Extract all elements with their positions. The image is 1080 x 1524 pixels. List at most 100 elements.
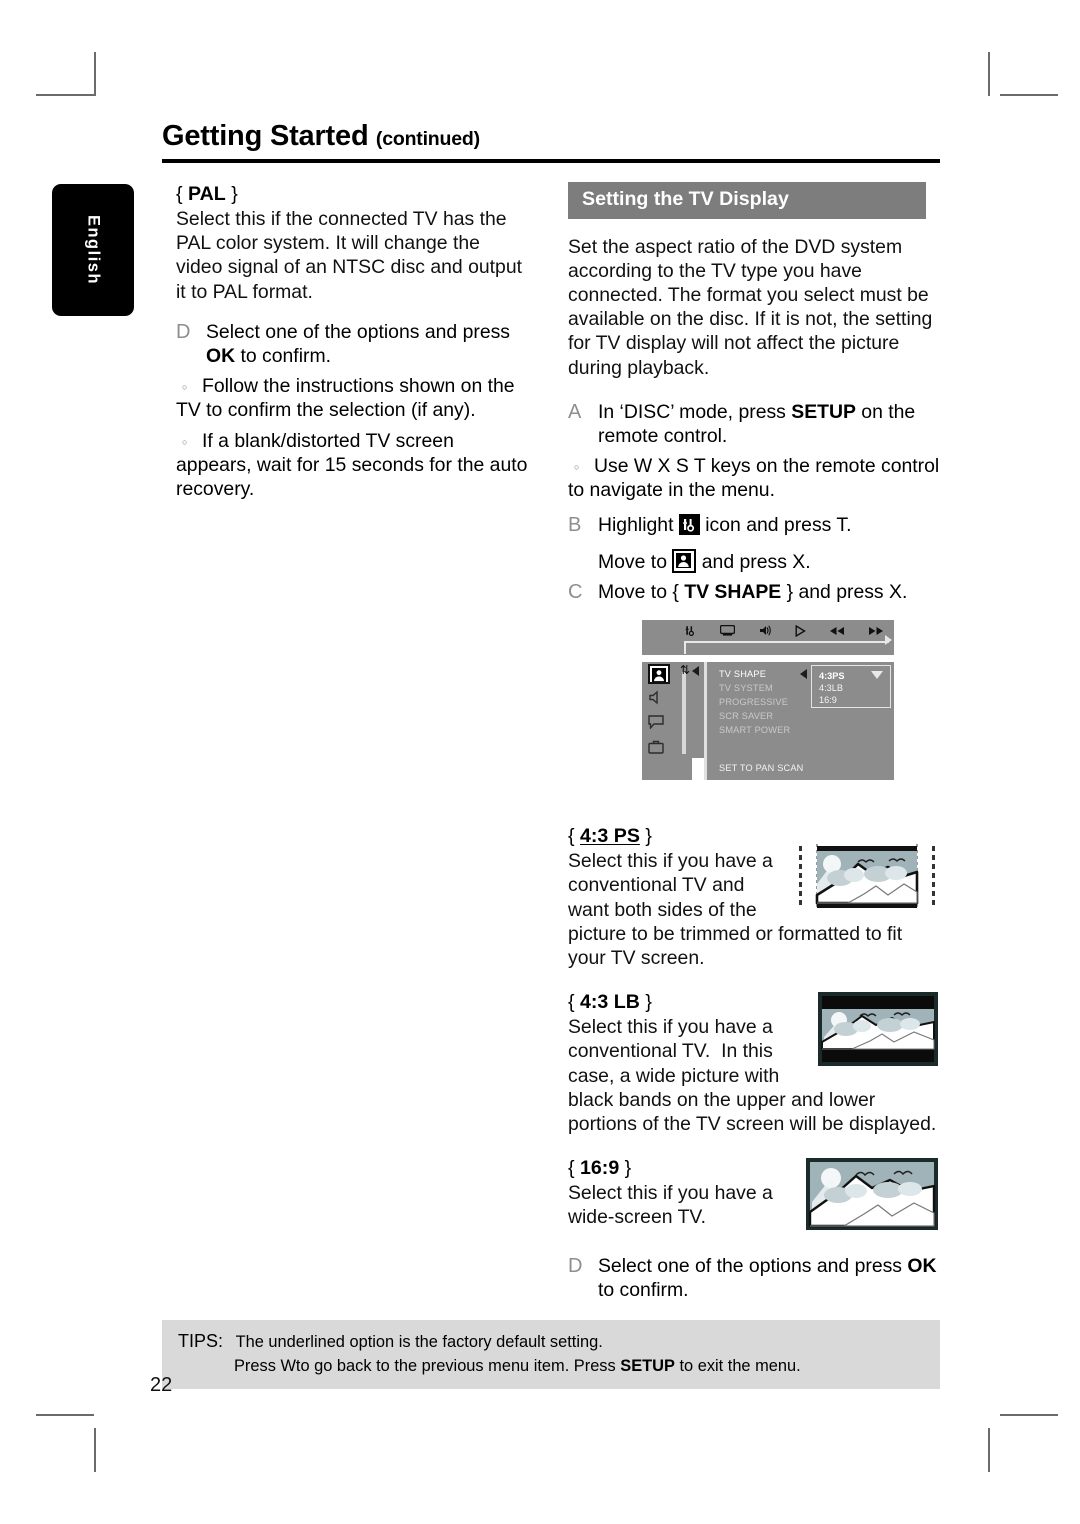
osd-footer-strip: SET TO PAN SCAN	[704, 758, 894, 781]
aspect-option-body-part1: Select this if you have a conventional T…	[568, 1016, 780, 1087]
speaker-person-icon	[758, 624, 772, 639]
tips-line-2-bold: SETUP	[620, 1357, 675, 1375]
step-text-before: In ‘DISC’ mode, press	[598, 400, 792, 423]
step-bold-key: TV SHAPE	[684, 581, 782, 604]
osd-setup-menu-screenshot: ⇅ TV SHAPE TV SYSTEM PROGRESSIVE SCR SAV…	[642, 620, 894, 800]
aspect-option-body: Select this if you have a wide-screen TV…	[568, 1182, 773, 1229]
step-letter: A	[568, 400, 582, 423]
brace-close: }	[645, 991, 652, 1014]
step-text-before: Select one of the options and press	[206, 320, 510, 343]
bullet-item: ○ Use W X S T keys on the remote control …	[568, 454, 940, 502]
step-letter: C	[568, 581, 583, 604]
osd-menu-item-smart-power[interactable]: SMART POWER	[719, 725, 790, 735]
tips-line-1-text: The underlined option is the factory def…	[235, 1333, 603, 1351]
rewind-icon	[829, 626, 845, 638]
step-bold-key: SETUP	[791, 400, 856, 423]
language-tab-label: English	[84, 214, 103, 286]
pal-option-title: { PAL }	[176, 182, 528, 207]
crop-mark-right-top	[1000, 94, 1058, 96]
section-heading: Setting the TV Display	[568, 182, 926, 219]
step-bold-key: OK	[907, 1254, 937, 1277]
left-column: { PAL } Select this if the connected TV …	[176, 182, 528, 501]
step-c: C Move to { TV SHAPE } and press X.	[568, 580, 940, 604]
brace-close: }	[231, 183, 238, 205]
osd-menu-list: TV SHAPE TV SYSTEM PROGRESSIVE SCR SAVER…	[704, 662, 894, 759]
pan-scan-filmstrip-image	[796, 842, 938, 913]
osd-value-option-4-3ps[interactable]: 4:3PS	[819, 671, 845, 681]
tips-line-2-before: Press Wto go back to the previous menu i…	[234, 1357, 621, 1375]
widescreen-screen-image	[806, 1158, 938, 1231]
bullet-text: Use W X S T keys on the remote control t…	[568, 455, 940, 502]
osd-side-icon-rail	[642, 662, 676, 758]
bullet-dot-icon: ○	[182, 382, 188, 393]
bullet-text: If a blank/distorted TV screen appears, …	[176, 429, 528, 501]
step-text-before: Select one of the options and press	[598, 1254, 908, 1277]
osd-menu-item-scr-saver[interactable]: SCR SAVER	[719, 711, 773, 721]
bullet-item: ○ If a blank/distorted TV screen appears,…	[176, 429, 528, 502]
tips-line-1: TIPS: The underlined option is the facto…	[162, 1329, 940, 1354]
pal-label: PAL	[188, 183, 226, 205]
audio-setup-icon[interactable]	[648, 690, 670, 710]
osd-scrollbar-track[interactable]	[682, 672, 686, 755]
page-title-continued: (continued)	[375, 128, 480, 150]
step-b: B Highlight icon and press T.	[568, 513, 940, 537]
osd-value-caret-icon	[800, 669, 807, 680]
osd-value-dropdown[interactable]: 4:3PS 4:3LB 16:9	[811, 665, 891, 709]
manual-page: Getting Started (continued) { PAL } Sele…	[150, 120, 940, 1400]
tips-line-2: Press Wto go back to the previous menu i…	[162, 1354, 940, 1378]
tips-label: TIPS:	[178, 1331, 224, 1351]
aspect-label: 16:9	[580, 1157, 620, 1180]
header-divider	[162, 159, 940, 163]
step-letter: D	[176, 320, 191, 343]
step-text-after: to confirm.	[598, 1278, 689, 1301]
step-text-after: and press X.	[696, 550, 811, 573]
step-letter: B	[568, 513, 582, 536]
setup-tools-icon	[678, 513, 700, 535]
preference-setup-icon[interactable]	[648, 740, 670, 760]
crop-mark-bottom-right	[988, 1428, 990, 1472]
video-setup-icon	[672, 548, 697, 573]
osd-menu-item-tv-shape[interactable]: TV SHAPE	[719, 669, 766, 679]
step-d-left: D Select one of the options and press OK…	[176, 320, 528, 368]
crop-mark-left-bottom	[36, 1414, 94, 1416]
aspect-option-4-3-ps: { 4:3 PS } Select this if you have a con…	[568, 824, 940, 970]
osd-footer-item[interactable]: SET TO PAN SCAN	[719, 763, 804, 773]
crop-mark-top-left	[94, 52, 96, 96]
setup-tools-icon	[684, 624, 697, 639]
step-text-after: } and press X.	[781, 581, 908, 604]
brace-close: }	[645, 825, 652, 848]
bullet-dot-icon: ○	[182, 436, 188, 447]
osd-scroll-updown-icon[interactable]: ⇅	[680, 664, 690, 677]
brace-open: {	[568, 991, 575, 1014]
step-text-after: icon and press T.	[699, 513, 852, 536]
step-text-before: Highlight	[598, 513, 679, 536]
video-setup-icon[interactable]	[648, 664, 670, 685]
step-text-before: Move to {	[598, 581, 685, 604]
step-a: A In ‘DISC’ mode, press SETUP on the rem…	[568, 400, 940, 448]
aspect-option-body-part2: black bands on the upper and lower porti…	[568, 1088, 937, 1136]
brace-open: {	[568, 825, 575, 848]
brace-open: {	[568, 1157, 575, 1180]
letterbox-screen-image	[818, 992, 938, 1067]
aspect-option-4-3-lb: { 4:3 LB } Select this if you have a con…	[568, 990, 940, 1136]
step-text-after: to confirm.	[235, 345, 331, 368]
step-text-before: Move to	[598, 550, 673, 573]
osd-menu-body: ⇅ TV SHAPE TV SYSTEM PROGRESSIVE SCR SAV…	[642, 662, 894, 759]
page-title-main: Getting Started	[162, 120, 369, 152]
tv-display-intro: Set the aspect ratio of the DVD system a…	[568, 235, 933, 379]
crop-mark-right-bottom	[1000, 1414, 1058, 1416]
brace-open: {	[176, 183, 183, 205]
osd-topbar-arrow-icon	[885, 635, 892, 646]
language-tab: English	[52, 184, 134, 316]
tips-box: TIPS: The underlined option is the facto…	[162, 1320, 940, 1389]
osd-menu-item-tv-system[interactable]: TV SYSTEM	[719, 683, 773, 693]
osd-menu-item-progressive[interactable]: PROGRESSIVE	[719, 697, 788, 707]
right-column: Setting the TV Display Set the aspect ra…	[568, 182, 940, 1302]
osd-value-option-16-9[interactable]: 16:9	[819, 695, 837, 705]
subtitle-setup-icon[interactable]	[648, 715, 670, 735]
crop-mark-bottom-left	[94, 1428, 96, 1472]
chevron-down-icon[interactable]	[871, 671, 883, 680]
tips-line-2-after: to exit the menu.	[674, 1357, 801, 1375]
osd-value-option-4-3lb[interactable]: 4:3LB	[819, 683, 843, 693]
brace-close: }	[624, 1157, 632, 1180]
